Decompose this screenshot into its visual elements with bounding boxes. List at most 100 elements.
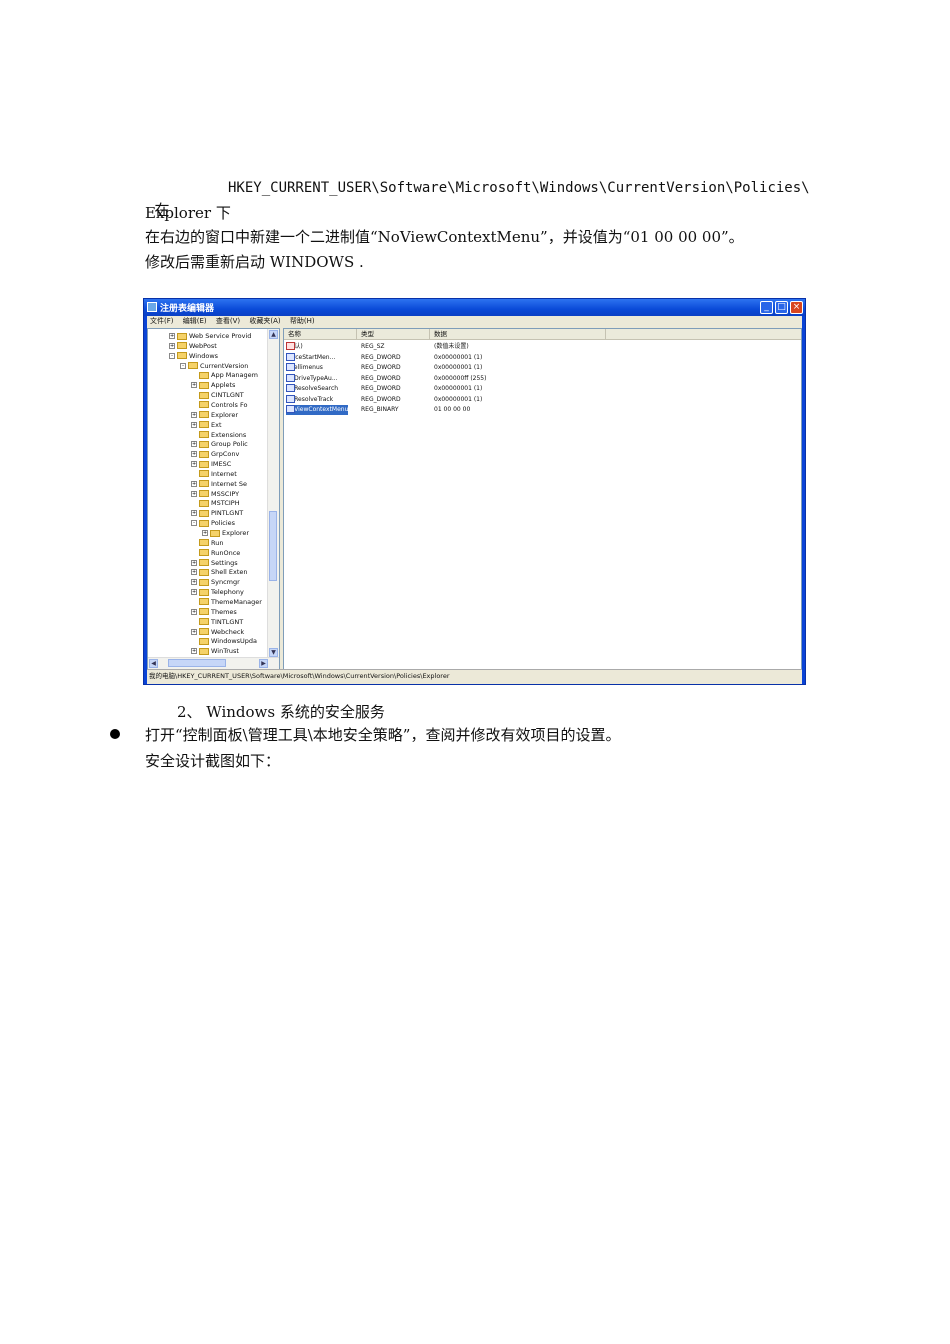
- title-bar[interactable]: 注册表编辑器 _ □ ×: [144, 299, 805, 316]
- menu-file[interactable]: 文件(F): [150, 317, 174, 325]
- tree-item[interactable]: + MSSCIPY: [191, 489, 239, 499]
- tree-item[interactable]: + Themes: [191, 607, 237, 617]
- expand-icon[interactable]: +: [191, 461, 197, 468]
- scroll-left-icon[interactable]: ◀: [149, 659, 158, 668]
- tree-item[interactable]: + Group Polic: [191, 439, 248, 449]
- values-list-pane[interactable]: 名称 类型 数据 (默认) REG_SZ (数值未设置) ForceStartMen.…: [283, 328, 802, 670]
- folder-icon: [177, 342, 187, 350]
- tree-item[interactable]: + Syncmgr: [191, 577, 240, 587]
- tree-item[interactable]: RunOnce: [191, 548, 240, 558]
- tree-item[interactable]: - Windows: [169, 351, 218, 361]
- collapse-icon[interactable]: -: [191, 520, 197, 527]
- value-row[interactable]: ForceStartMen... REG_DWORD 0x00000001 (1): [284, 352, 801, 363]
- tree-item-label: WindowsUpda: [211, 637, 258, 646]
- tree-item-label: CurrentVersion: [200, 361, 249, 370]
- scroll-right-icon[interactable]: ▶: [259, 659, 268, 668]
- string-value-icon: [286, 342, 295, 350]
- expand-icon[interactable]: +: [191, 441, 197, 448]
- tree-item[interactable]: Internet: [191, 469, 237, 479]
- expand-icon[interactable]: +: [191, 569, 197, 576]
- column-header-data[interactable]: 数据: [430, 329, 606, 339]
- menu-favorites[interactable]: 收藏夹(A): [249, 317, 280, 325]
- folder-icon: [210, 529, 220, 537]
- collapse-icon[interactable]: -: [180, 362, 186, 369]
- scroll-down-icon[interactable]: ▼: [269, 648, 278, 657]
- tree-vertical-scrollbar[interactable]: ▲ ▼: [267, 329, 279, 658]
- value-row[interactable]: NoViewContextMenu REG_BINARY 01 00 00 00: [284, 405, 801, 415]
- value-row[interactable]: NoDriveTypeAu... REG_DWORD 0x000000ff (255…: [284, 373, 801, 384]
- tree-item[interactable]: App Managem: [191, 370, 258, 380]
- expand-icon[interactable]: +: [191, 490, 197, 497]
- value-type: REG_DWORD: [361, 364, 401, 371]
- tree-item[interactable]: CINTLGNT: [191, 390, 244, 400]
- tree-item[interactable]: + Explorer: [191, 410, 238, 420]
- maximize-button[interactable]: □: [775, 301, 788, 314]
- tree-item[interactable]: + Applets: [191, 380, 235, 390]
- column-header-name[interactable]: 名称: [284, 329, 357, 339]
- tree-item[interactable]: Run: [191, 538, 223, 548]
- expand-icon[interactable]: +: [169, 342, 175, 349]
- collapse-icon[interactable]: -: [169, 352, 175, 359]
- value-data: 0x00000001 (1): [434, 385, 483, 392]
- tree-item[interactable]: + GrpConv: [191, 449, 239, 459]
- tree-item-label: Applets: [211, 381, 236, 390]
- tree-item[interactable]: - Policies: [191, 518, 235, 528]
- client-area: + WinTrust WindowsUpda + Webcheck TINTLGNT + Th…: [147, 327, 802, 670]
- tree-item[interactable]: + Webcheck: [191, 627, 244, 637]
- tree-item[interactable]: + Telephony: [191, 587, 244, 597]
- expand-icon[interactable]: +: [191, 510, 197, 517]
- expand-icon[interactable]: +: [191, 480, 197, 487]
- tree-item[interactable]: + Shell Exten: [191, 567, 248, 577]
- tree-item[interactable]: Controls Fo: [191, 400, 247, 410]
- tree-vertical-scroll-thumb[interactable]: [269, 511, 277, 581]
- tree-item[interactable]: + Explorer: [202, 528, 249, 538]
- expand-icon[interactable]: +: [191, 421, 197, 428]
- expand-icon[interactable]: +: [169, 333, 175, 339]
- expand-icon[interactable]: +: [191, 382, 197, 389]
- expand-icon[interactable]: +: [191, 579, 197, 586]
- menu-edit[interactable]: 编辑(E): [183, 317, 207, 325]
- tree-item[interactable]: MSTCIPH: [191, 498, 240, 508]
- key-tree-pane[interactable]: + WinTrust WindowsUpda + Webcheck TINTLGNT + Th…: [147, 328, 280, 670]
- tree-item[interactable]: WindowsUpda: [191, 636, 257, 646]
- expand-icon[interactable]: +: [191, 608, 197, 615]
- close-button[interactable]: ×: [790, 301, 803, 314]
- tree-item[interactable]: + Ext: [191, 420, 222, 430]
- menu-help[interactable]: 帮助(H): [290, 317, 315, 325]
- tree-item[interactable]: - CurrentVersion: [180, 361, 248, 371]
- value-row[interactable]: NoResolveTrack REG_DWORD 0x00000001 (1): [284, 394, 801, 405]
- status-bar: 我的电脑\HKEY_CURRENT_USER\Software\Microsof…: [147, 669, 802, 684]
- menu-view[interactable]: 查看(V): [216, 317, 240, 325]
- tree-item[interactable]: + IMESC: [191, 459, 231, 469]
- folder-icon: [199, 450, 209, 458]
- folder-icon: [177, 332, 187, 340]
- value-row[interactable]: (默认) REG_SZ (数值未设置): [284, 342, 801, 352]
- column-header-type[interactable]: 类型: [357, 329, 430, 339]
- tree-item[interactable]: + Internet Se: [191, 479, 247, 489]
- expand-icon[interactable]: +: [191, 648, 197, 655]
- minimize-button[interactable]: _: [760, 301, 773, 314]
- scroll-up-icon[interactable]: ▲: [269, 330, 278, 339]
- tree-item[interactable]: TINTLGNT: [191, 617, 243, 627]
- value-row[interactable]: Intellimenus REG_DWORD 0x00000001 (1): [284, 363, 801, 373]
- tree-item[interactable]: + Settings: [191, 558, 238, 568]
- tree-item[interactable]: + WinTrust: [191, 646, 239, 656]
- value-data: 0x00000001 (1): [434, 395, 483, 403]
- tree-item[interactable]: + PINTLGNT: [191, 508, 243, 518]
- tree-item[interactable]: ThemeManager: [191, 597, 262, 607]
- value-row[interactable]: NoResolveSearch REG_DWORD 0x00000001 (1): [284, 384, 801, 394]
- tree-horizontal-scroll-thumb[interactable]: [168, 659, 226, 667]
- tree-item[interactable]: + WebPost: [169, 341, 217, 351]
- tree-item[interactable]: + Web Service Provid: [169, 331, 251, 341]
- tree-item-label: Settings: [211, 558, 238, 567]
- expand-icon[interactable]: +: [191, 451, 197, 458]
- tree-item-label: Telephony: [211, 588, 244, 597]
- expand-icon[interactable]: +: [202, 530, 208, 536]
- expand-icon[interactable]: +: [191, 628, 197, 635]
- binary-value-icon: [286, 384, 295, 392]
- tree-horizontal-scrollbar[interactable]: ◀ ▶: [148, 657, 279, 669]
- tree-item[interactable]: Extensions: [191, 430, 246, 440]
- expand-icon[interactable]: +: [191, 589, 197, 596]
- expand-icon[interactable]: +: [191, 411, 197, 418]
- expand-icon[interactable]: +: [191, 559, 197, 566]
